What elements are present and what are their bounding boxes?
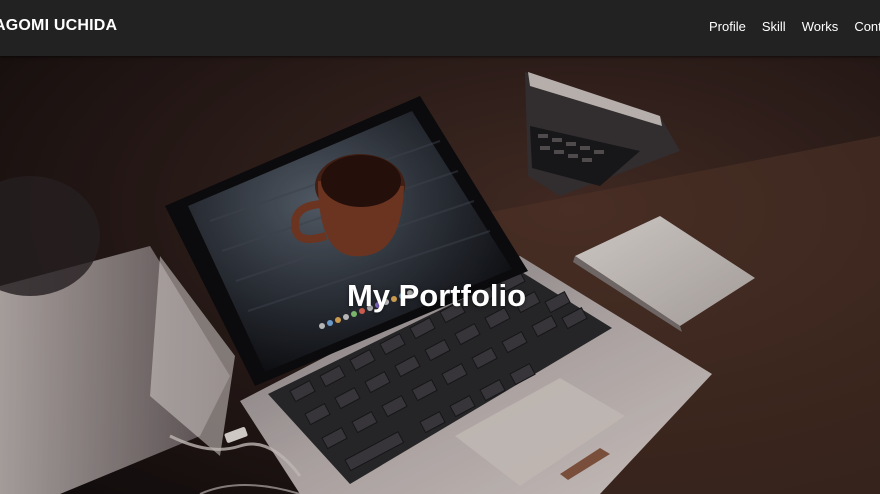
- hero-title: My Portfolio: [346, 277, 527, 313]
- site-header: AGOMI UCHIDA Profile Skill Works Contact: [0, 0, 880, 56]
- nav-link-contact[interactable]: Contact: [854, 19, 880, 34]
- nav-link-skill[interactable]: Skill: [762, 19, 786, 34]
- main-nav: Profile Skill Works Contact: [709, 19, 880, 34]
- nav-link-works[interactable]: Works: [802, 19, 839, 34]
- nav-link-profile[interactable]: Profile: [709, 19, 746, 34]
- hero-background-image: [0, 56, 880, 494]
- hero-section: My Portfolio: [0, 56, 880, 494]
- site-name[interactable]: AGOMI UCHIDA: [0, 17, 117, 35]
- page: AGOMI UCHIDA Profile Skill Works Contact: [0, 0, 880, 494]
